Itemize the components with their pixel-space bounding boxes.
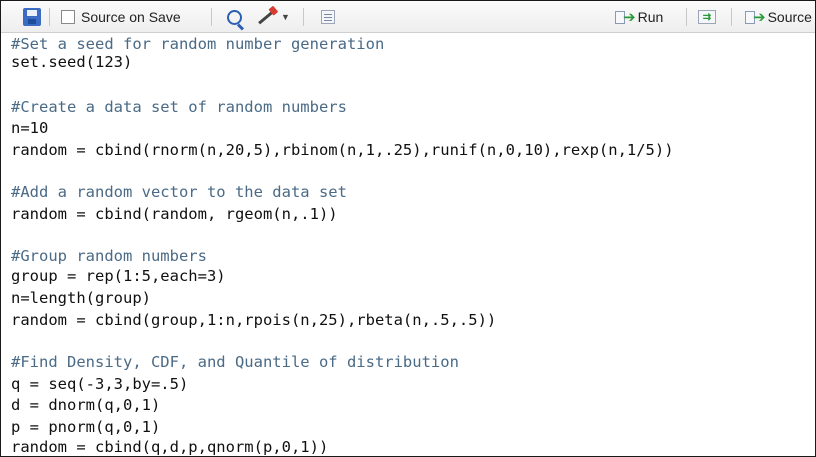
source-on-save-checkbox[interactable]: [61, 1, 75, 33]
source-button[interactable]: ➔ Source: [745, 1, 812, 33]
run-arrow-icon: ➔: [623, 8, 636, 26]
code-line-9: random = cbind(random, rgeom(n,.1)): [11, 205, 338, 223]
chevron-down-icon[interactable]: ▼: [281, 1, 290, 33]
run-button[interactable]: ➔ Run: [615, 1, 663, 33]
search-icon[interactable]: [227, 1, 242, 33]
rerun-icon[interactable]: ⇉: [698, 1, 716, 33]
run-label: Run: [637, 9, 664, 25]
source-editor-pane: Source on Save ▼ ➔ Run ⇉ ➔ Source #Set a…: [0, 0, 816, 457]
code-line-5: n=10: [11, 119, 49, 137]
toolbar-separator: [211, 8, 212, 26]
editor-toolbar: Source on Save ▼ ➔ Run ⇉ ➔ Source: [1, 1, 815, 33]
source-on-save-label[interactable]: Source on Save: [81, 1, 181, 33]
toolbar-separator: [686, 8, 687, 26]
code-line-19: p = pnorm(q,0,1): [11, 418, 161, 436]
code-line-2: set.seed(123): [11, 53, 133, 71]
code-line-6: random = cbind(rnorm(n,20,5),rbinom(n,1,…: [11, 141, 674, 159]
code-line-16: #Find Density, CDF, and Quantile of dist…: [11, 353, 459, 371]
code-line-12: group = rep(1:5,each=3): [11, 267, 226, 285]
source-label: Source: [767, 9, 812, 25]
report-lines-glyph: [321, 10, 335, 24]
code-line-4: #Create a data set of random numbers: [11, 98, 347, 116]
compile-report-icon[interactable]: [321, 1, 335, 33]
wand-glyph: [258, 10, 274, 24]
magnifier-glyph: [227, 9, 242, 25]
code-line-20: random = cbind(q,d,p,qnorm(p,0,1)): [11, 438, 329, 456]
code-editor[interactable]: #Set a seed for random number generation…: [1, 33, 815, 456]
rerun-glyph: ⇉: [698, 10, 716, 24]
checkbox-icon: [61, 10, 75, 24]
save-icon[interactable]: [23, 1, 41, 33]
source-arrow-icon: ➔: [753, 8, 766, 26]
code-tools-wand-icon[interactable]: [257, 1, 275, 33]
code-line-8: #Add a random vector to the data set: [11, 183, 347, 201]
code-line-1: #Set a seed for random number generation: [11, 35, 385, 53]
code-line-18: d = dnorm(q,0,1): [11, 396, 161, 414]
toolbar-separator: [49, 8, 50, 26]
code-line-11: #Group random numbers: [11, 247, 207, 265]
code-line-14: random = cbind(group,1:n,rpois(n,25),rbe…: [11, 311, 497, 329]
toolbar-separator: [731, 8, 732, 26]
code-line-17: q = seq(-3,3,by=.5): [11, 375, 189, 393]
toolbar-separator: [303, 8, 304, 26]
floppy-disk-icon: [23, 8, 41, 26]
code-line-13: n=length(group): [11, 289, 151, 307]
